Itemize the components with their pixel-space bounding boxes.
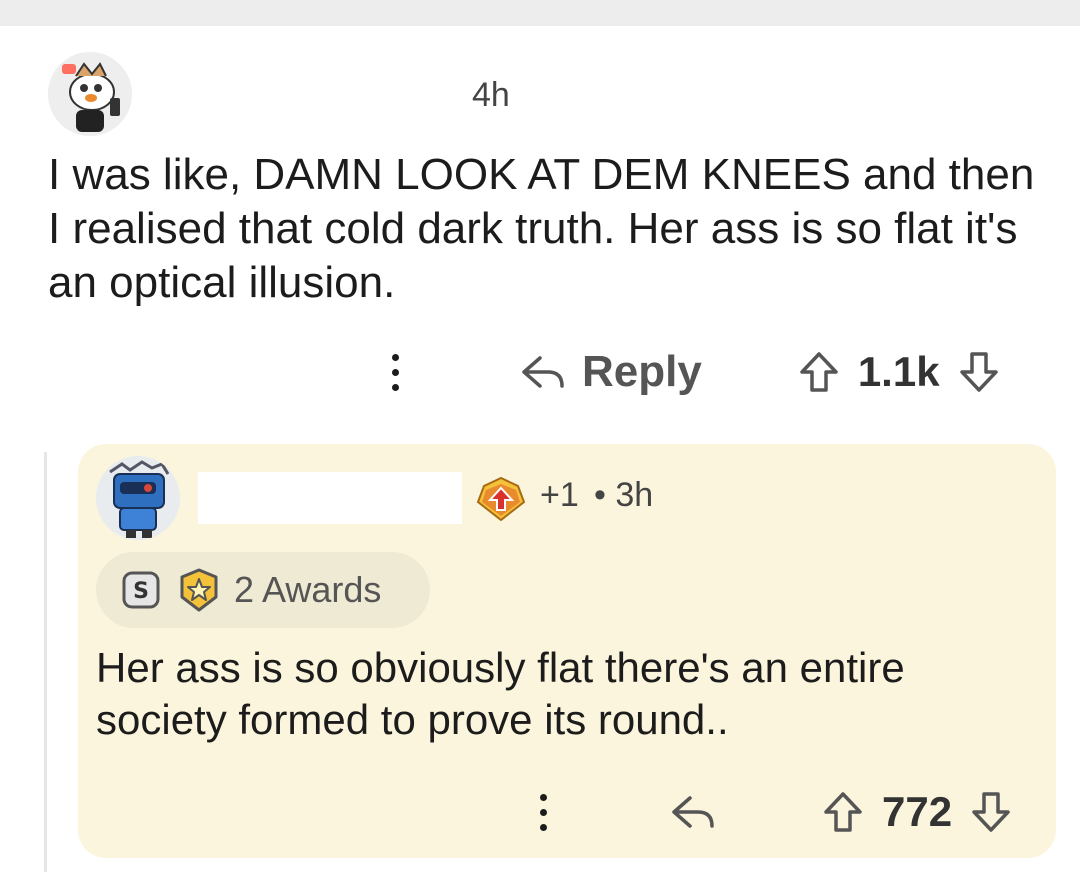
upvote-arrow-icon[interactable] xyxy=(798,350,840,394)
downvote-arrow-icon[interactable] xyxy=(970,790,1012,834)
upvote-flair-icon xyxy=(476,476,526,522)
comment-timestamp: 4h xyxy=(472,76,510,114)
vote-controls: 772 xyxy=(822,788,1012,836)
svg-text:S: S xyxy=(133,579,149,604)
comment-timestamp: • 3h xyxy=(594,476,654,514)
reply-label: Reply xyxy=(582,347,702,396)
upvote-arrow-icon[interactable] xyxy=(822,790,864,834)
awards-pill[interactable]: S 2 Awards xyxy=(96,552,430,628)
vote-count: 772 xyxy=(882,788,953,835)
reply-arrow-icon xyxy=(522,356,564,388)
awards-label: 2 Awards xyxy=(234,569,382,610)
thread-line[interactable] xyxy=(44,452,47,872)
top-divider-band xyxy=(0,0,1080,26)
comment-actions: Reply 1.1k xyxy=(380,340,1000,404)
avatar[interactable] xyxy=(48,52,132,136)
silver-award-icon: S xyxy=(122,571,160,609)
gold-award-icon xyxy=(180,568,218,612)
karma-badge: +1 xyxy=(540,476,579,514)
downvote-arrow-icon[interactable] xyxy=(958,350,1000,394)
kebab-menu-icon[interactable] xyxy=(380,342,410,402)
reply-button[interactable]: Reply xyxy=(518,347,702,397)
avatar[interactable] xyxy=(96,456,180,540)
comment-actions: 772 xyxy=(528,780,1012,844)
vote-count: 1.1k xyxy=(857,348,940,395)
comment-body: I was like, DAMN LOOK AT DEM KNEES and t… xyxy=(48,150,1035,307)
comment-body: Her ass is so obviously flat there's an … xyxy=(96,644,905,743)
kebab-menu-icon[interactable] xyxy=(528,782,558,842)
username-redacted xyxy=(198,472,462,524)
vote-controls: 1.1k xyxy=(798,348,1000,396)
reply-arrow-icon[interactable] xyxy=(668,792,718,832)
